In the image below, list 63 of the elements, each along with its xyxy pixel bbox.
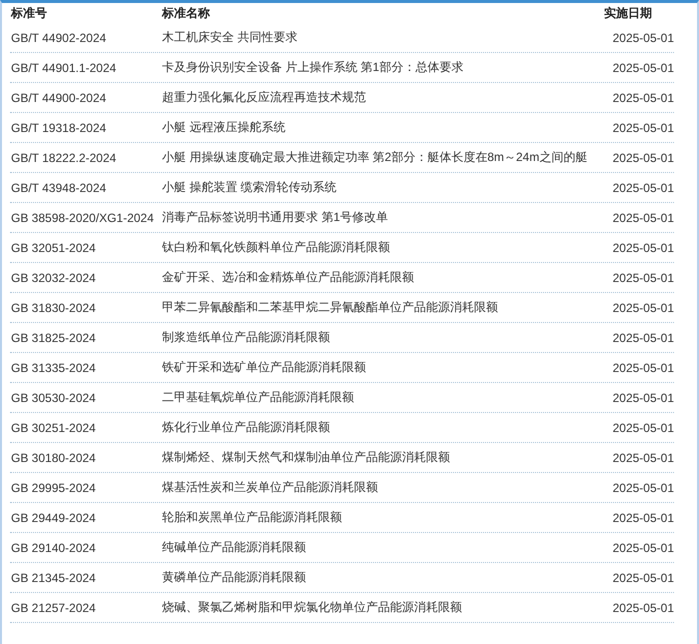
table-cell: GB 32051-2024 <box>10 240 96 254</box>
table-cell: 煤基活性炭和兰炭单位产品能源消耗限额 <box>162 479 378 496</box>
table-cell: 铁矿开采和选矿单位产品能源消耗限额 <box>162 359 366 376</box>
table-cell: GB 31830-2024 <box>10 300 96 314</box>
table-cell: 2025-05-01 <box>612 180 674 194</box>
table-cell: GB 21345-2024 <box>10 570 96 584</box>
table-cell: GB 30251-2024 <box>10 420 96 434</box>
table-cell: 2025-05-01 <box>612 570 674 584</box>
table-cell: 2025-05-01 <box>612 480 674 494</box>
table-cell: GB/T 44901.1-2024 <box>10 60 116 74</box>
table-cell: 2025-05-01 <box>612 510 674 524</box>
table-cell: 金矿开采、选冶和金精炼单位产品能源消耗限额 <box>162 269 414 286</box>
table-cell: 轮胎和炭黑单位产品能源消耗限额 <box>162 509 342 526</box>
table-cell: 2025-05-01 <box>612 300 674 314</box>
table-cell: 2025-05-01 <box>612 600 674 614</box>
table-cell: GB 38598-2020/XG1-2024 <box>10 210 154 224</box>
table-cell: 小艇 操舵装置 缆索滑轮传动系统 <box>162 179 337 196</box>
table-cell: GB 30180-2024 <box>10 450 96 464</box>
table-cell: 2025-05-01 <box>612 360 674 374</box>
table-cell: GB 30530-2024 <box>10 390 96 404</box>
column-header: 标准名称 <box>162 4 210 22</box>
table-cell: GB/T 19318-2024 <box>10 120 106 134</box>
table-cell: 2025-05-01 <box>612 390 674 404</box>
column-header: 标准号 <box>10 4 47 22</box>
table-cell: 2025-05-01 <box>612 540 674 554</box>
table-cell: 2025-05-01 <box>612 210 674 224</box>
table-cell: GB 31825-2024 <box>10 330 96 344</box>
table-cell: 小艇 远程液压操舵系统 <box>162 119 286 136</box>
table-cell: 黄磷单位产品能源消耗限额 <box>162 569 306 586</box>
table-cell: GB/T 44902-2024 <box>10 30 106 44</box>
table-cell: 甲苯二异氰酸酯和二苯基甲烷二异氰酸酯单位产品能源消耗限额 <box>162 299 498 316</box>
table-cell: GB/T 18222.2-2024 <box>10 150 116 164</box>
table-cell: GB 32032-2024 <box>10 270 96 284</box>
table-cell: 消毒产品标签说明书通用要求 第1号修改单 <box>162 209 388 226</box>
table-cell: 小艇 用操纵速度确定最大推进额定功率 第2部分：艇体长度在8m～24m之间的艇 <box>162 149 588 166</box>
table-cell: 2025-05-01 <box>612 330 674 344</box>
table-cell: 炼化行业单位产品能源消耗限额 <box>162 419 330 436</box>
table-cell: 木工机床安全 共同性要求 <box>162 29 298 46</box>
table-cell: 2025-05-01 <box>612 60 674 74</box>
table-cell: 纯碱单位产品能源消耗限额 <box>162 539 306 556</box>
table-cell: 制浆造纸单位产品能源消耗限额 <box>162 329 330 346</box>
table-cell: GB 29449-2024 <box>10 510 96 524</box>
table-cell: 超重力强化氟化反应流程再造技术规范 <box>162 89 366 106</box>
table-cell: 2025-05-01 <box>612 420 674 434</box>
table-cell: 2025-05-01 <box>612 120 674 134</box>
table-cell: GB 21257-2024 <box>10 600 96 614</box>
table-cell: 钛白粉和氧化铁颜料单位产品能源消耗限额 <box>162 239 390 256</box>
table-cell: 烧碱、聚氯乙烯树脂和甲烷氯化物单位产品能源消耗限额 <box>162 599 462 616</box>
table-cell: GB 31335-2024 <box>10 360 96 374</box>
table-cell: GB/T 43948-2024 <box>10 180 106 194</box>
table-cell: 2025-05-01 <box>612 240 674 254</box>
column-header: 实施日期 <box>604 4 652 22</box>
table-cell: 煤制烯烃、煤制天然气和煤制油单位产品能源消耗限额 <box>162 449 450 466</box>
table-cell: 2025-05-01 <box>612 150 674 164</box>
table-cell: 2025-05-01 <box>612 90 674 104</box>
table-cell: 卡及身份识别安全设备 片上操作系统 第1部分：总体要求 <box>162 59 464 76</box>
table-cell: GB/T 44900-2024 <box>10 90 106 104</box>
table-cell: 2025-05-01 <box>612 450 674 464</box>
table-cell: 2025-05-01 <box>612 30 674 44</box>
table-cell: 二甲基硅氧烷单位产品能源消耗限额 <box>162 389 354 406</box>
table-cell: GB 29140-2024 <box>10 540 96 554</box>
table-cell: GB 29995-2024 <box>10 480 96 494</box>
table-cell: 2025-05-01 <box>612 270 674 284</box>
